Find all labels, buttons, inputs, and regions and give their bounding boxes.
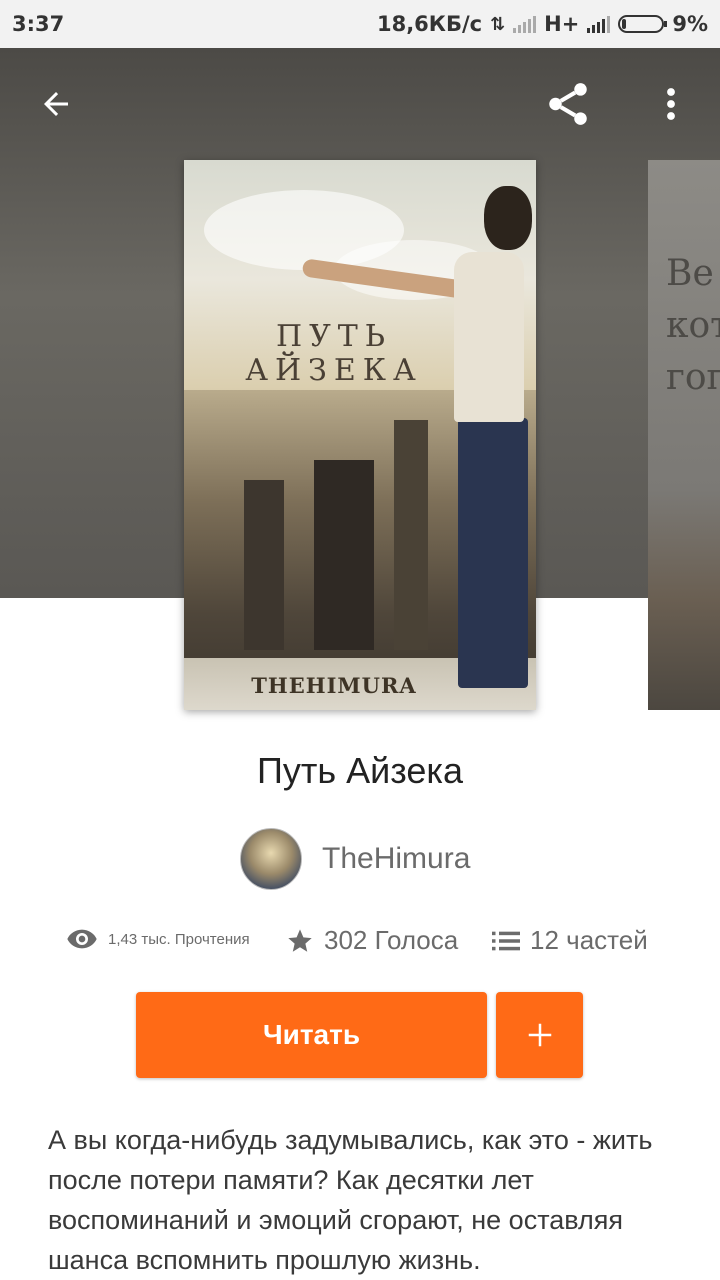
data-transfer-icon: ⇅ <box>490 13 506 35</box>
book-stats: 1,43 тыс. Прочтения 302 Голоса 12 частей <box>0 925 720 965</box>
more-vertical-icon <box>667 88 675 120</box>
author-avatar[interactable] <box>240 828 302 890</box>
star-icon <box>288 928 312 952</box>
parts-count: 12 частей <box>530 925 648 955</box>
reads-count: 1,43 тыс. Прочтения <box>108 930 250 948</box>
author-row[interactable]: TheHimura <box>240 828 470 890</box>
votes-stat: 302 Голоса <box>286 925 458 956</box>
status-time: 3:37 <box>12 12 65 36</box>
cover-author: THEHIMURA <box>251 673 417 698</box>
share-button[interactable] <box>540 78 596 130</box>
book-cover[interactable]: ПУТЬ АЙЗЕКА THEHIMURA <box>184 160 536 710</box>
battery-icon <box>618 15 668 33</box>
more-options-button[interactable] <box>648 78 694 130</box>
share-icon <box>549 83 587 125</box>
reads-stat: 1,43 тыс. Прочтения <box>66 927 250 951</box>
network-type: H+ <box>544 12 580 36</box>
plus-icon <box>528 1023 551 1047</box>
next-cover-text: Ве кот гог <box>666 253 720 398</box>
votes-count: 302 Голоса <box>324 925 459 955</box>
status-bar: 3:37 18,6КБ/с ⇅ H+ 9% <box>0 0 720 48</box>
read-button[interactable]: Читать <box>136 992 487 1078</box>
network-speed: 18,6КБ/с <box>376 12 483 36</box>
book-description: А вы когда-нибудь задумывались, как это … <box>48 1125 653 1275</box>
book-title: Путь Айзека <box>257 750 463 791</box>
list-icon <box>492 931 520 950</box>
signal-icon-2 <box>587 15 611 33</box>
author-name[interactable]: TheHimura <box>322 842 470 876</box>
cover-title: ПУТЬ АЙЗЕКА <box>245 319 423 388</box>
back-button[interactable] <box>26 78 86 130</box>
parts-stat: 12 частей <box>492 925 648 956</box>
eye-icon <box>67 929 97 949</box>
battery-percent: 9% <box>672 12 708 36</box>
arrow-left-icon <box>44 92 68 116</box>
add-to-library-button[interactable] <box>496 992 583 1078</box>
next-book-cover[interactable]: Ве кот гог <box>648 160 720 710</box>
signal-icon <box>513 15 537 33</box>
